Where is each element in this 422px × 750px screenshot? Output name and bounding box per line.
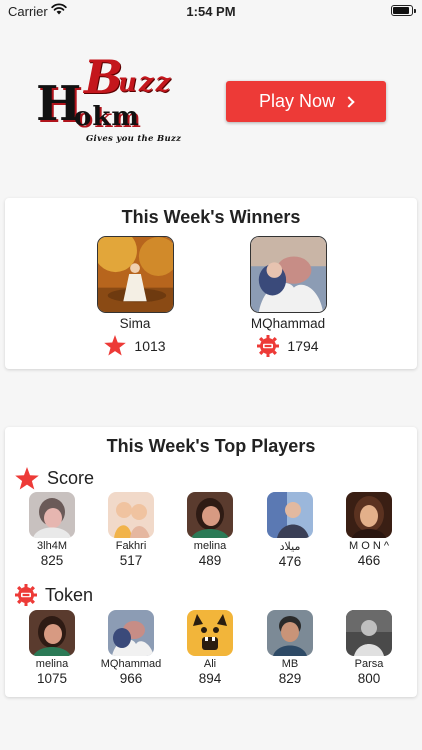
star-icon <box>104 335 127 356</box>
token-section-label: Token <box>15 584 93 606</box>
player-value: 800 <box>357 671 381 686</box>
token-player-item[interactable]: MQhammad 966 <box>91 610 171 686</box>
avatar <box>187 610 233 656</box>
token-icon <box>15 584 37 606</box>
player-value: 1075 <box>36 671 68 686</box>
avatar <box>96 236 174 313</box>
winner-value: 1794 <box>287 338 319 354</box>
status-time: 1:54 PM <box>186 4 236 19</box>
avatar <box>249 236 327 313</box>
avatar <box>346 610 392 656</box>
player-name: Parsa <box>354 658 384 670</box>
avatar <box>29 492 75 538</box>
player-value: 517 <box>119 553 143 568</box>
play-now-label: Play Now <box>258 91 336 111</box>
player-value: 894 <box>198 671 222 686</box>
player-name: melina <box>193 540 227 552</box>
chevron-right-icon <box>343 96 355 108</box>
avatar <box>187 492 233 538</box>
score-section-label: Score <box>15 467 94 490</box>
score-player-item[interactable]: 3lh4M 825 <box>12 492 92 568</box>
play-now-button[interactable]: Play Now <box>226 81 386 122</box>
winner-stat: 1013 <box>75 335 195 356</box>
player-value: 476 <box>278 554 302 569</box>
score-player-item[interactable]: melina 489 <box>170 492 250 568</box>
player-name: melina <box>35 658 69 670</box>
winner-item[interactable]: Sima 1013 <box>75 236 195 356</box>
winner-item[interactable]: MQhammad 1794 <box>228 236 348 357</box>
status-bar: Carrier 1:54 PM <box>0 0 422 22</box>
winner-name: Sima <box>119 316 151 331</box>
score-player-item[interactable]: M O N ^ 466 <box>329 492 409 568</box>
player-name: میلاد <box>279 541 301 553</box>
top-players-title: This Week's Top Players <box>106 436 316 456</box>
player-name: Ali <box>203 658 217 670</box>
winner-stat: 1794 <box>228 335 348 357</box>
avatar <box>108 610 154 656</box>
player-name: Fakhri <box>115 540 147 552</box>
winner-value: 1013 <box>134 337 166 354</box>
player-name: M O N ^ <box>349 540 389 552</box>
avatar <box>29 610 75 656</box>
player-value: 825 <box>40 553 64 568</box>
token-player-item[interactable]: Ali 894 <box>170 610 250 686</box>
star-icon <box>15 467 39 490</box>
avatar <box>267 492 313 538</box>
player-name: MB <box>281 658 299 670</box>
token-player-item[interactable]: melina 1075 <box>12 610 92 686</box>
player-name: 3lh4M <box>37 540 67 552</box>
score-player-item[interactable]: میلاد 476 <box>250 492 330 569</box>
player-value: 966 <box>119 671 143 686</box>
avatar <box>267 610 313 656</box>
avatar <box>108 492 154 538</box>
token-icon <box>257 335 280 357</box>
avatar <box>346 492 392 538</box>
winners-title: This Week's Winners <box>121 207 301 227</box>
logo-tagline: Gives you the Buzz <box>86 134 182 144</box>
top-players-card: This Week's Top Players Score 3lh4M 825 … <box>5 427 417 697</box>
battery-icon <box>391 5 416 16</box>
player-value: 489 <box>198 553 222 568</box>
hokm-buzz-logo: B uzz H okm Gives you the Buzz <box>36 50 182 144</box>
token-player-item[interactable]: MB 829 <box>250 610 330 686</box>
weekly-winners-card: This Week's Winners Sima 1013 MQhammad 1… <box>5 198 417 369</box>
player-value: 829 <box>278 671 302 686</box>
player-name: MQhammad <box>100 658 162 670</box>
winner-name: MQhammad <box>250 316 326 331</box>
score-player-item[interactable]: Fakhri 517 <box>91 492 171 568</box>
player-value: 466 <box>357 553 381 568</box>
token-player-item[interactable]: Parsa 800 <box>329 610 409 686</box>
